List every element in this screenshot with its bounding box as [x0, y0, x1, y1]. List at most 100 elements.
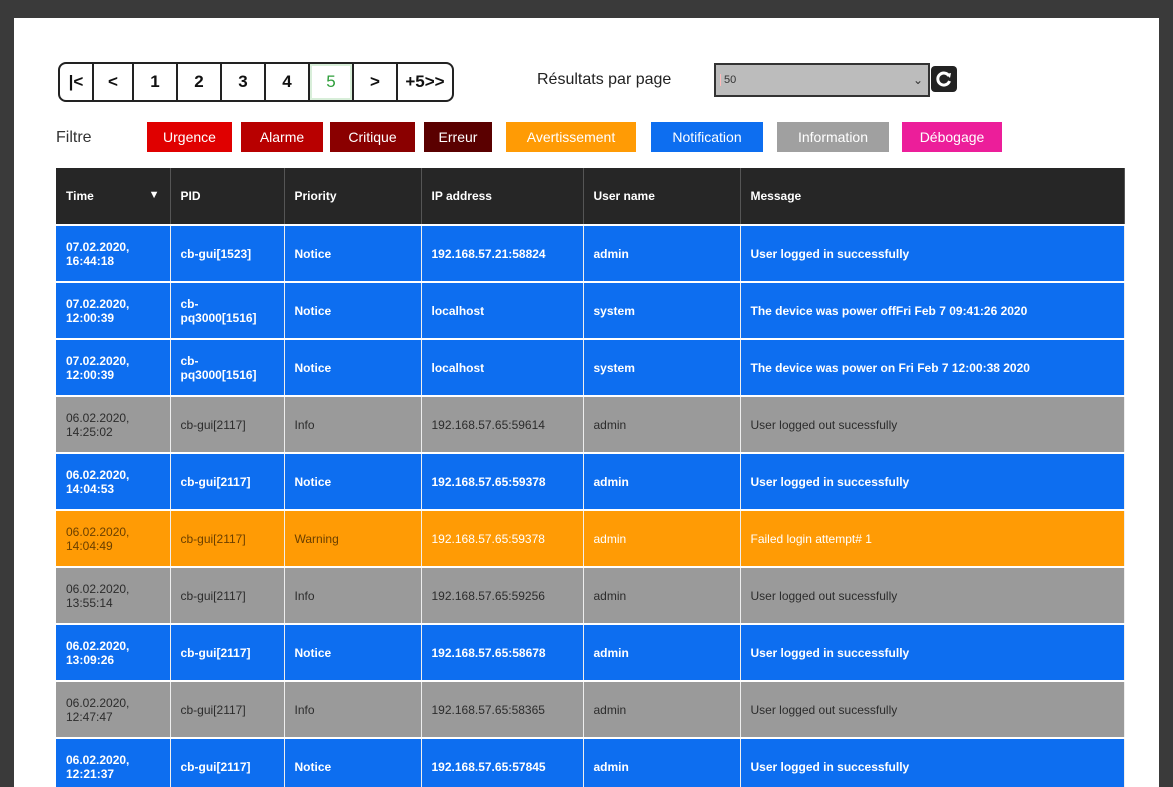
cell-message: User logged in successfully — [740, 225, 1125, 283]
cell-user: admin — [583, 738, 741, 787]
page-5-button[interactable]: 5 — [310, 64, 354, 100]
cell-priority: Notice — [284, 282, 422, 340]
cell-priority: Info — [284, 681, 422, 739]
refresh-button[interactable] — [931, 66, 957, 92]
page-1-button[interactable]: 1 — [134, 64, 178, 100]
cell-message: User logged in successfully — [740, 738, 1125, 787]
per-page-label: Résultats par page — [537, 71, 672, 88]
table-body: 07.02.2020, 16:44:18 cb-gui[1523] Notice 19… — [56, 225, 1125, 787]
cell-ip: 192.168.57.65:59614 — [421, 396, 584, 454]
filter-chip-avertissement[interactable]: Avertissement — [506, 122, 636, 152]
cell-ip: localhost — [421, 282, 584, 340]
filter-chip-urgence[interactable]: Urgence — [147, 122, 232, 152]
cell-pid: cb-gui[2117] — [170, 567, 285, 625]
cell-user: system — [583, 282, 741, 340]
cell-message: Failed login attempt# 1 — [740, 510, 1125, 568]
filter-chip-critique[interactable]: Critique — [330, 122, 415, 152]
cell-user: admin — [583, 453, 741, 511]
cell-ip: 192.168.57.65:59378 — [421, 510, 584, 568]
jump-forward-button[interactable]: +5>> — [398, 64, 452, 100]
cell-message: The device was power offFri Feb 7 09:41:… — [740, 282, 1125, 340]
cell-pid: cb-pq3000[1516] — [170, 282, 285, 340]
page-3-button[interactable]: 3 — [222, 64, 266, 100]
cell-user: admin — [583, 510, 741, 568]
table-row[interactable]: 06.02.2020, 13:55:14 cb-gui[2117] Info 192.… — [56, 567, 1125, 625]
filter-chip-notification[interactable]: Notification — [651, 122, 763, 152]
sort-desc-icon: ▼ — [148, 189, 160, 201]
table-row[interactable]: 07.02.2020, 12:00:39 cb-pq3000[1516] Notic… — [56, 282, 1125, 340]
cell-priority: Info — [284, 396, 422, 454]
cell-priority: Notice — [284, 453, 422, 511]
cell-message: User logged out sucessfully — [740, 681, 1125, 739]
cell-time: 07.02.2020, 16:44:18 — [56, 225, 171, 283]
table-row[interactable]: 06.02.2020, 12:21:37 cb-gui[2117] Notice 19… — [56, 738, 1125, 787]
cell-message: User logged in successfully — [740, 453, 1125, 511]
filter-chip-erreur[interactable]: Erreur — [424, 122, 492, 152]
col-message-header[interactable]: Message — [740, 168, 1125, 226]
table-row[interactable]: 06.02.2020, 14:04:49 cb-gui[2117] Warning 1… — [56, 510, 1125, 568]
filter-label: Filtre — [56, 129, 92, 146]
cell-time: 06.02.2020, 14:04:49 — [56, 510, 171, 568]
col-pid-header[interactable]: PID — [170, 168, 285, 226]
cell-priority: Notice — [284, 624, 422, 682]
cell-user: admin — [583, 225, 741, 283]
cell-message: User logged in successfully — [740, 624, 1125, 682]
filter-chip-debogage[interactable]: Débogage — [902, 122, 1002, 152]
cell-pid: cb-gui[1523] — [170, 225, 285, 283]
refresh-icon — [936, 71, 951, 87]
cell-time: 06.02.2020, 13:09:26 — [56, 624, 171, 682]
cell-priority: Info — [284, 567, 422, 625]
prev-page-button[interactable]: < — [94, 64, 134, 100]
filter-chip-alarme[interactable]: Alarme — [241, 122, 323, 152]
table-header-row: Time ▼ PID Priority IP address User name … — [56, 168, 1125, 226]
cell-time: 07.02.2020, 12:00:39 — [56, 282, 171, 340]
first-page-button[interactable]: |< — [60, 64, 94, 100]
cell-user: admin — [583, 396, 741, 454]
cell-ip: 192.168.57.65:59378 — [421, 453, 584, 511]
chevron-down-icon: ⌄ — [912, 73, 923, 87]
cell-ip: 192.168.57.65:58678 — [421, 624, 584, 682]
cell-message: User logged out sucessfully — [740, 396, 1125, 454]
cell-ip: 192.168.57.21:58824 — [421, 225, 584, 283]
cell-pid: cb-gui[2117] — [170, 681, 285, 739]
page-2-button[interactable]: 2 — [178, 64, 222, 100]
pagination: |< < 1 2 3 4 5 > +5>> — [58, 62, 454, 102]
cell-pid: cb-pq3000[1516] — [170, 339, 285, 397]
cell-user: admin — [583, 624, 741, 682]
cell-time: 06.02.2020, 14:25:02 — [56, 396, 171, 454]
cell-time: 06.02.2020, 14:04:53 — [56, 453, 171, 511]
col-user-header[interactable]: User name — [583, 168, 741, 226]
per-page-select[interactable]: 50 ⌄ — [714, 63, 930, 97]
cell-message: The device was power on Fri Feb 7 12:00:… — [740, 339, 1125, 397]
next-page-button[interactable]: > — [354, 64, 398, 100]
table-row[interactable]: 06.02.2020, 14:25:02 cb-gui[2117] Info 192.… — [56, 396, 1125, 454]
cell-ip: 192.168.57.65:59256 — [421, 567, 584, 625]
cell-time: 06.02.2020, 12:21:37 — [56, 738, 171, 787]
cell-priority: Warning — [284, 510, 422, 568]
log-panel: |< < 1 2 3 4 5 > +5>> Résultats par page… — [14, 18, 1159, 787]
page-4-button[interactable]: 4 — [266, 64, 310, 100]
cell-pid: cb-gui[2117] — [170, 738, 285, 787]
cell-pid: cb-gui[2117] — [170, 510, 285, 568]
col-ip-header[interactable]: IP address — [421, 168, 584, 226]
table-row[interactable]: 06.02.2020, 13:09:26 cb-gui[2117] Notice 19… — [56, 624, 1125, 682]
cell-pid: cb-gui[2117] — [170, 624, 285, 682]
col-time-header[interactable]: Time ▼ — [56, 168, 171, 226]
log-table: Time ▼ PID Priority IP address User name … — [56, 168, 1125, 787]
cell-time: 06.02.2020, 12:47:47 — [56, 681, 171, 739]
col-priority-header[interactable]: Priority — [284, 168, 422, 226]
table-row[interactable]: 07.02.2020, 16:44:18 cb-gui[1523] Notice 19… — [56, 225, 1125, 283]
cell-user: admin — [583, 567, 741, 625]
cell-priority: Notice — [284, 225, 422, 283]
cell-ip: 192.168.57.65:58365 — [421, 681, 584, 739]
cell-ip: 192.168.57.65:57845 — [421, 738, 584, 787]
cell-pid: cb-gui[2117] — [170, 453, 285, 511]
cell-ip: localhost — [421, 339, 584, 397]
cell-priority: Notice — [284, 738, 422, 787]
cell-priority: Notice — [284, 339, 422, 397]
filter-chip-information[interactable]: Information — [777, 122, 889, 152]
table-row[interactable]: 06.02.2020, 14:04:53 cb-gui[2117] Notice 19… — [56, 453, 1125, 511]
table-row[interactable]: 06.02.2020, 12:47:47 cb-gui[2117] Info 192.… — [56, 681, 1125, 739]
table-row[interactable]: 07.02.2020, 12:00:39 cb-pq3000[1516] Notic… — [56, 339, 1125, 397]
col-time-label: Time — [66, 189, 94, 203]
